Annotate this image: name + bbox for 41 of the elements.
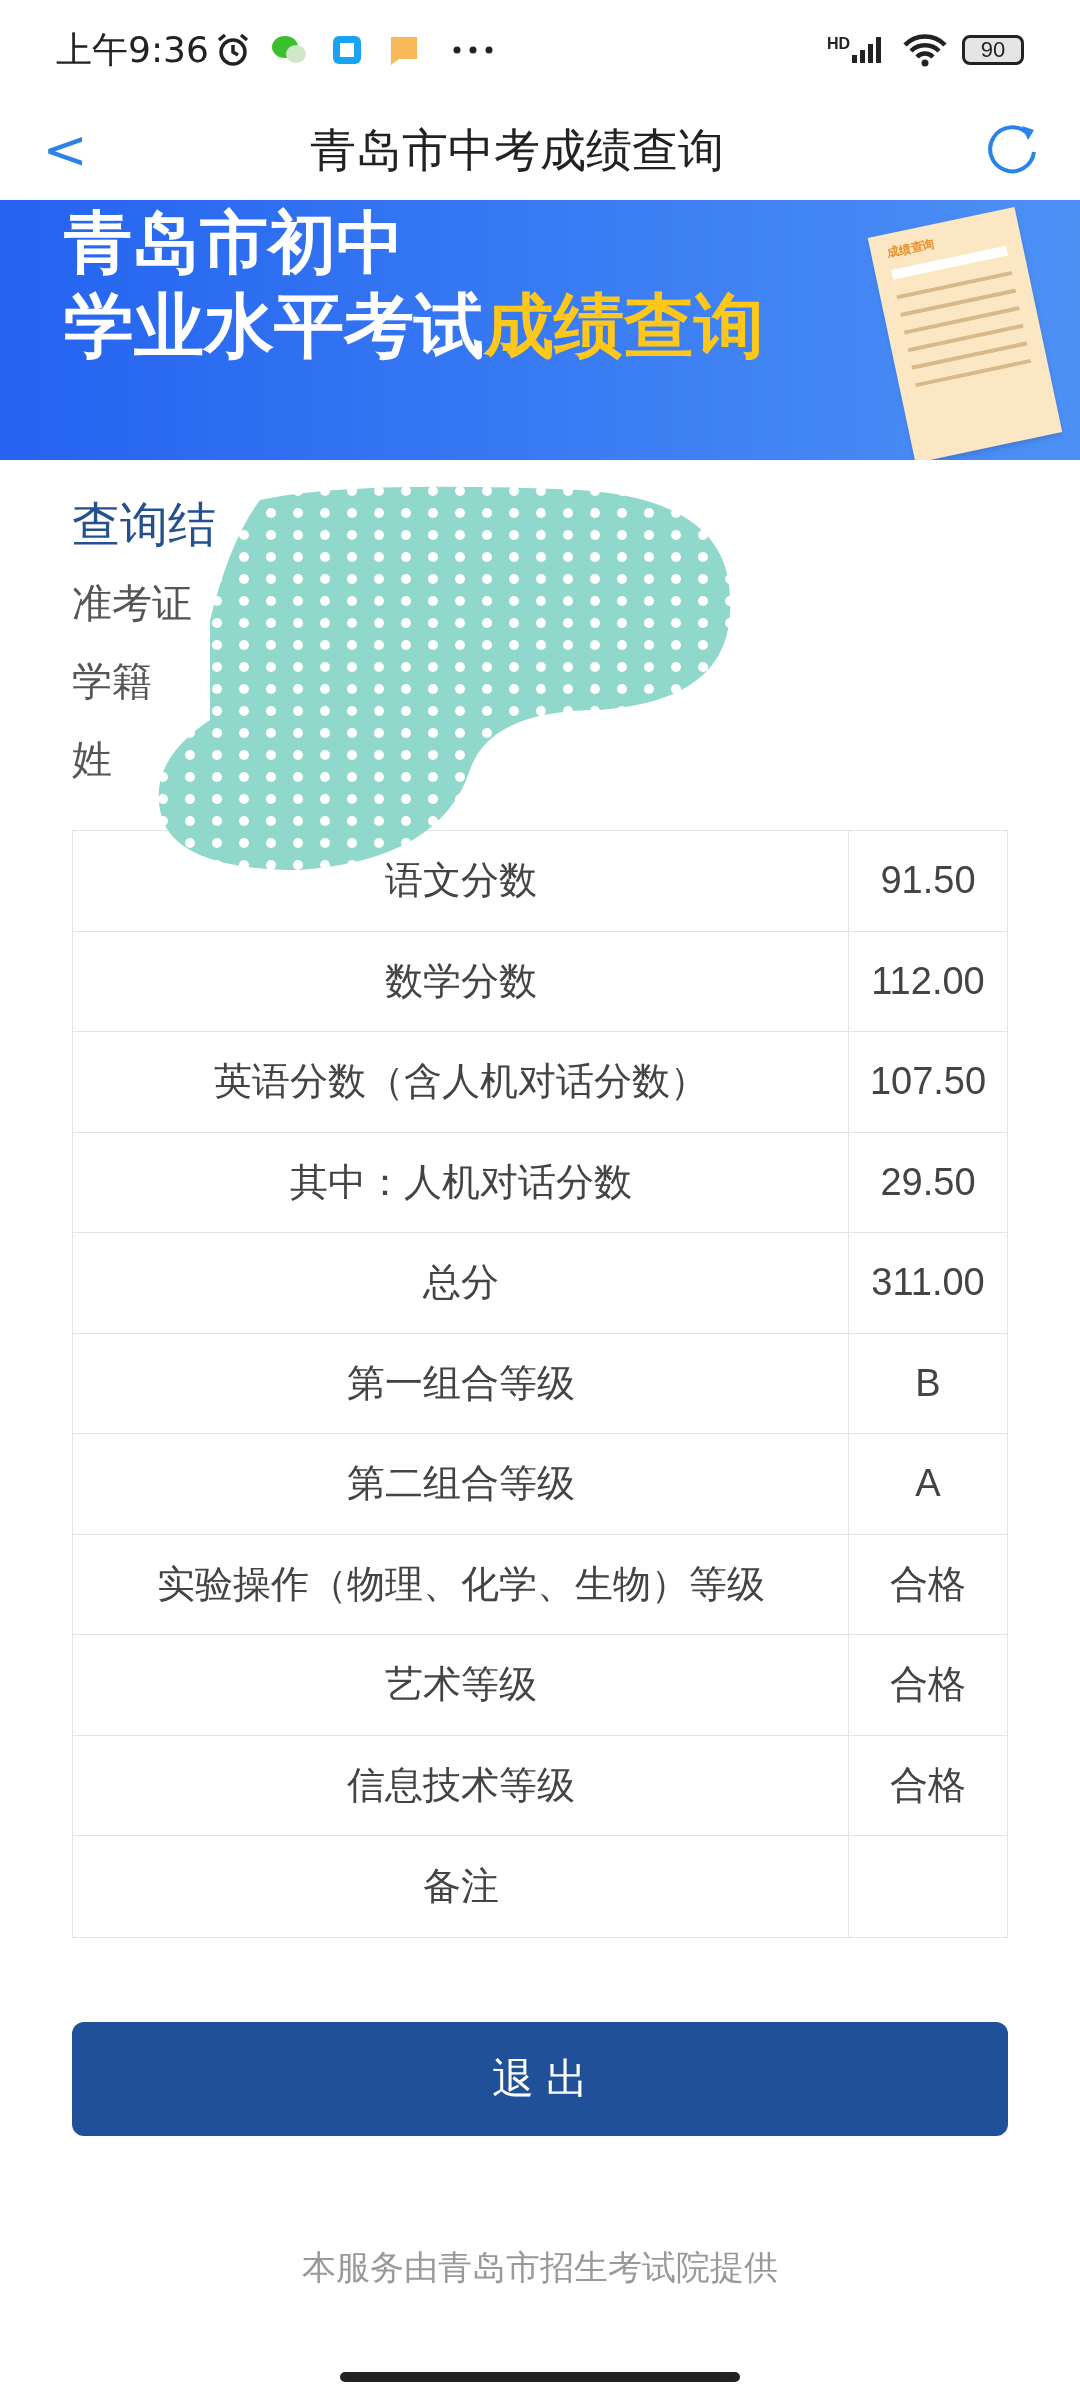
paper-label: 成绩查询 [885,235,937,263]
back-button[interactable]: < [40,120,90,180]
footer-text: 本服务由青岛市招生考试院提供 [302,2246,778,2288]
app-icon [332,36,361,64]
wifi-icon [902,33,948,67]
field-label: 姓 [72,736,113,783]
more-icon [452,46,493,54]
table-cell: 第二组合等级 [73,1434,849,1534]
table-cell: 语文分数 [73,831,849,931]
section-title: 查询结 [72,497,217,553]
table-cell: 英语分数（含人机对话分数） [73,1032,849,1132]
table-cell-text: 29.50 [879,1159,977,1205]
table-cell-text: 合格 [889,1762,967,1808]
table-cell-text: 合格 [889,1662,967,1708]
table-cell-text: 112.00 [870,958,986,1004]
table-cell-text: 91.50 [879,858,977,904]
table-cell: 艺术等级 [73,1635,849,1735]
exit-button[interactable]: 退 出 [72,2021,1008,2136]
table-cell: 其中：人机对话分数 [73,1132,849,1232]
banner-subtitle: 学业水平考试 [64,286,484,366]
table-cell: 实验操作（物理、化学、生物）等级 [73,1534,849,1634]
table-cell-text: B [914,1360,942,1406]
page-title: 青岛市中考成绩查询 [310,122,724,178]
battery-indicator: 90 [962,35,1024,65]
field-label: 准考证 [72,580,193,627]
table-cell: 信息技术等级 [73,1735,849,1835]
table-cell: 备注 [73,1836,849,1937]
network-label: HD [826,34,850,54]
table-cell-text: 107.50 [868,1059,988,1105]
table-cell-text: 311.00 [870,1260,986,1306]
status-time: 上午9:36 [56,28,209,72]
table-cell: 总分 [73,1233,849,1333]
table-cell: 第一组合等级 [73,1333,849,1433]
message-icon [388,35,419,65]
chat-icon [270,35,307,65]
table-cell-text: 合格 [889,1561,967,1607]
table-cell: 数学分数 [73,931,849,1031]
field-label: 学籍 [72,658,153,705]
banner-title: 青岛市初中 [64,203,404,282]
table-cell-text: A [914,1461,942,1507]
banner-highlight: 成绩查询 [484,286,764,366]
